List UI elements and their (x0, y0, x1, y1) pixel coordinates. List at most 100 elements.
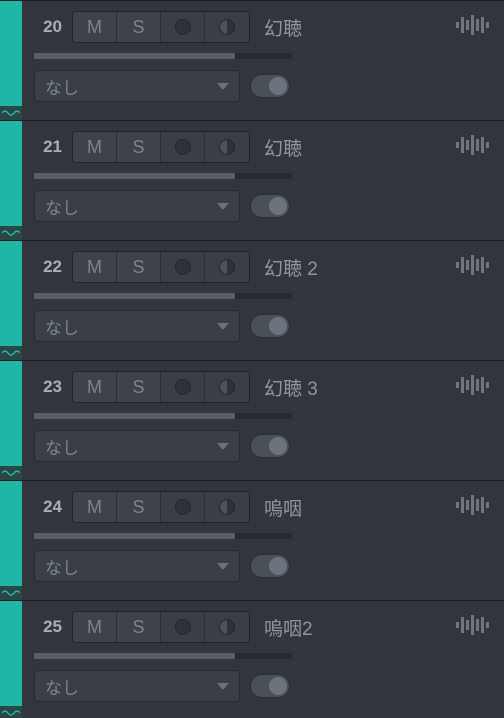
record-icon (175, 619, 191, 635)
track-color-strip[interactable] (0, 121, 22, 240)
track-number: 23 (34, 377, 62, 397)
record-arm-button[interactable] (161, 492, 205, 522)
track-color-strip[interactable] (0, 361, 22, 480)
track-number: 20 (34, 17, 62, 37)
chevron-down-icon (217, 323, 229, 330)
freeze-toggle[interactable] (250, 434, 290, 458)
automation-badge[interactable] (0, 586, 22, 600)
solo-button[interactable]: S (117, 132, 161, 162)
mute-button[interactable]: M (73, 372, 117, 402)
monitor-button[interactable] (205, 252, 249, 282)
record-icon (175, 499, 191, 515)
volume-fill (34, 173, 235, 179)
track-row[interactable]: 23 M S 幻聴 3 (0, 360, 504, 480)
volume-slider[interactable] (34, 293, 292, 299)
chevron-down-icon (217, 203, 229, 210)
track-header-row: 23 M S 幻聴 3 (34, 371, 492, 403)
solo-button[interactable]: S (117, 492, 161, 522)
volume-slider[interactable] (34, 173, 292, 179)
waveform-icon[interactable] (456, 373, 490, 397)
automation-badge[interactable] (0, 346, 22, 360)
track-body: 22 M S 幻聴 2 (22, 241, 504, 360)
track-header-row: 24 M S 嗚咽 (34, 491, 492, 523)
track-name-label[interactable]: 幻聴 3 (264, 374, 318, 401)
track-name-label[interactable]: 幻聴 (264, 14, 302, 41)
toggle-knob (269, 557, 287, 575)
volume-slider[interactable] (34, 53, 292, 59)
output-dropdown[interactable]: なし (34, 310, 240, 342)
record-arm-button[interactable] (161, 252, 205, 282)
track-row[interactable]: 24 M S 嗚咽 な (0, 480, 504, 600)
track-name-label[interactable]: 嗚咽2 (264, 614, 313, 641)
automation-badge[interactable] (0, 466, 22, 480)
monitor-icon (219, 379, 235, 395)
record-icon (175, 19, 191, 35)
solo-button[interactable]: S (117, 252, 161, 282)
solo-button[interactable]: S (117, 12, 161, 42)
monitor-icon (219, 499, 235, 515)
mute-button[interactable]: M (73, 252, 117, 282)
track-row[interactable]: 20 M S 幻聴 な (0, 0, 504, 120)
monitor-icon (219, 259, 235, 275)
record-icon (175, 259, 191, 275)
monitor-button[interactable] (205, 612, 249, 642)
track-color-strip[interactable] (0, 481, 22, 600)
monitor-button[interactable] (205, 492, 249, 522)
freeze-toggle[interactable] (250, 674, 290, 698)
automation-badge[interactable] (0, 226, 22, 240)
track-name-label[interactable]: 嗚咽 (264, 494, 302, 521)
freeze-toggle[interactable] (250, 194, 290, 218)
freeze-toggle[interactable] (250, 554, 290, 578)
record-arm-button[interactable] (161, 612, 205, 642)
track-row[interactable]: 21 M S 幻聴 な (0, 120, 504, 240)
track-number: 25 (34, 617, 62, 637)
track-name-label[interactable]: 幻聴 2 (264, 254, 318, 281)
record-arm-button[interactable] (161, 132, 205, 162)
automation-badge[interactable] (0, 106, 22, 120)
track-color-strip[interactable] (0, 601, 22, 718)
output-dropdown[interactable]: なし (34, 670, 240, 702)
output-dropdown[interactable]: なし (34, 190, 240, 222)
record-arm-button[interactable] (161, 372, 205, 402)
volume-slider[interactable] (34, 533, 292, 539)
chevron-down-icon (217, 563, 229, 570)
volume-row (34, 531, 492, 541)
dropdown-value: なし (45, 74, 79, 99)
track-name-label[interactable]: 幻聴 (264, 134, 302, 161)
freeze-toggle[interactable] (250, 314, 290, 338)
waveform-icon[interactable] (456, 253, 490, 277)
routing-row: なし (34, 69, 492, 103)
waveform-icon[interactable] (456, 13, 490, 37)
output-dropdown[interactable]: なし (34, 70, 240, 102)
monitor-button[interactable] (205, 132, 249, 162)
track-number: 21 (34, 137, 62, 157)
track-row[interactable]: 25 M S 嗚咽2 (0, 600, 504, 718)
monitor-button[interactable] (205, 12, 249, 42)
chevron-down-icon (217, 83, 229, 90)
mute-solo-group: M S (72, 491, 250, 523)
output-dropdown[interactable]: なし (34, 550, 240, 582)
track-header-row: 21 M S 幻聴 (34, 131, 492, 163)
automation-badge[interactable] (0, 706, 22, 718)
freeze-toggle[interactable] (250, 74, 290, 98)
track-color-strip[interactable] (0, 1, 22, 120)
waveform-icon[interactable] (456, 613, 490, 637)
mute-button[interactable]: M (73, 492, 117, 522)
mute-button[interactable]: M (73, 612, 117, 642)
track-color-strip[interactable] (0, 241, 22, 360)
volume-slider[interactable] (34, 653, 292, 659)
mute-button[interactable]: M (73, 132, 117, 162)
waveform-icon[interactable] (456, 133, 490, 157)
volume-slider[interactable] (34, 413, 292, 419)
solo-button[interactable]: S (117, 372, 161, 402)
record-arm-button[interactable] (161, 12, 205, 42)
record-icon (175, 139, 191, 155)
track-row[interactable]: 22 M S 幻聴 2 (0, 240, 504, 360)
monitor-button[interactable] (205, 372, 249, 402)
mute-button[interactable]: M (73, 12, 117, 42)
solo-button[interactable]: S (117, 612, 161, 642)
waveform-icon[interactable] (456, 493, 490, 517)
track-list: 20 M S 幻聴 な (0, 0, 504, 718)
monitor-icon (219, 619, 235, 635)
output-dropdown[interactable]: なし (34, 430, 240, 462)
